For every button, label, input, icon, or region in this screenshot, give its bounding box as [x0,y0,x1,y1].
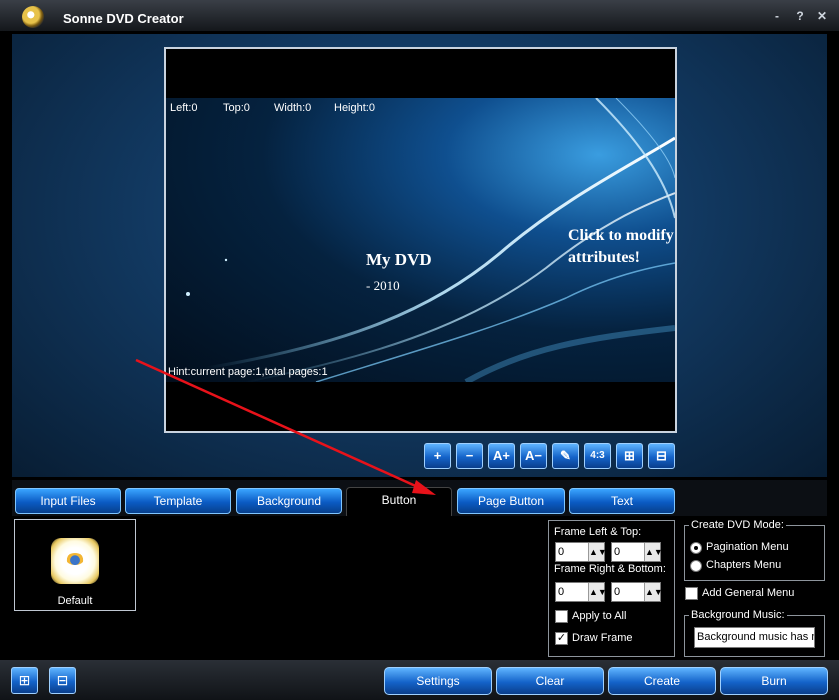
frame-left-value: 0 [558,546,565,558]
frame-bottom-stepper[interactable]: 0 ▲▼ [611,582,663,602]
burn-button[interactable]: Burn [720,667,828,695]
create-button[interactable]: Create [608,667,716,695]
font-smaller-button[interactable]: A− [520,443,547,469]
thumbnail-label: Default [57,595,93,607]
frame-top-stepper[interactable]: 0 ▲▼ [611,542,663,562]
frame-right-bottom-label: Frame Right & Bottom: [554,563,666,575]
help-button[interactable]: ? [793,9,807,23]
tab-input-files[interactable]: Input Files [15,488,121,514]
spin-arrows-icon[interactable]: ▲▼ [588,543,607,561]
menu-title-text[interactable]: My DVD [366,250,432,270]
add-item-button[interactable]: ⊞ [616,443,643,469]
app-dvd-icon [22,6,44,28]
tab-button[interactable]: Button [346,487,452,519]
add-page-button[interactable]: ⊞ [11,667,38,694]
info-height: Height:0 [334,102,375,114]
frame-bottom-value: 0 [614,586,621,598]
close-button[interactable]: ✕ [815,9,829,23]
menu-preview[interactable]: Left:0 Top:0 Width:0 Height:0 My DVD - 2… [164,47,677,433]
info-top: Top:0 [223,102,250,114]
remove-page-icon: ⊟ [56,672,69,688]
app-title: Sonne DVD Creator [63,11,184,26]
draw-frame-checkbox[interactable]: ✓ [555,632,568,645]
frame-top-value: 0 [614,546,621,558]
zoom-out-button[interactable]: − [456,443,483,469]
tab-page-button[interactable]: Page Button [457,488,565,514]
pagination-menu-radio[interactable] [690,542,702,554]
click-to-modify-text[interactable]: Click to modify attributes! [568,225,678,269]
frame-settings-group: Frame Left & Top: 0 ▲▼ 0 ▲▼ Frame Right … [548,520,675,657]
button-style-thumbnail[interactable]: Default [14,519,136,611]
dvd-mode-group: Create DVD Mode: Pagination Menu Chapter… [684,519,825,581]
add-page-icon: ⊞ [18,672,31,688]
frame-left-top-label: Frame Left & Top: [554,526,642,538]
button-style-preview-icon [51,538,99,584]
add-general-menu-checkbox[interactable] [685,587,698,600]
background-music-field[interactable]: Background music has no [694,627,815,648]
chapters-menu-radio[interactable] [690,560,702,572]
pagination-menu-label: Pagination Menu [706,541,789,553]
remove-page-button[interactable]: ⊟ [49,667,76,694]
frame-right-value: 0 [558,586,565,598]
spin-arrows-icon[interactable]: ▲▼ [588,583,607,601]
chapters-menu-label: Chapters Menu [706,559,782,571]
zoom-in-button[interactable]: + [424,443,451,469]
info-left: Left:0 [170,102,198,114]
tab-background[interactable]: Background [236,488,342,514]
info-width: Width:0 [274,102,312,114]
remove-item-button[interactable]: ⊟ [648,443,675,469]
apply-to-all-checkbox[interactable] [555,610,568,623]
spin-arrows-icon[interactable]: ▲▼ [644,583,663,601]
background-music-title: Background Music: [689,609,787,621]
frame-right-stepper[interactable]: 0 ▲▼ [555,582,607,602]
draw-frame-label: Draw Frame [572,632,633,644]
title-bar: Sonne DVD Creator - ? ✕ [0,0,839,32]
add-general-menu-label: Add General Menu [702,587,795,599]
settings-button[interactable]: Settings [384,667,492,695]
tab-text[interactable]: Text [569,488,675,514]
spin-arrows-icon[interactable]: ▲▼ [644,543,663,561]
dvd-logo-icon [66,553,84,565]
tab-template[interactable]: Template [125,488,231,514]
clear-button[interactable]: Clear [496,667,604,695]
aspect-ratio-button[interactable]: 4:3 [584,443,611,469]
minimize-button[interactable]: - [770,9,784,23]
apply-to-all-label: Apply to All [572,610,627,622]
menu-subtitle-text[interactable]: - 2010 [366,278,400,294]
draw-tool-button[interactable]: ✎ [552,443,579,469]
font-larger-button[interactable]: A+ [488,443,515,469]
frame-left-stepper[interactable]: 0 ▲▼ [555,542,607,562]
page-hint: Hint:current page:1,total pages:1 [168,366,328,378]
dvd-mode-title: Create DVD Mode: [689,519,786,531]
